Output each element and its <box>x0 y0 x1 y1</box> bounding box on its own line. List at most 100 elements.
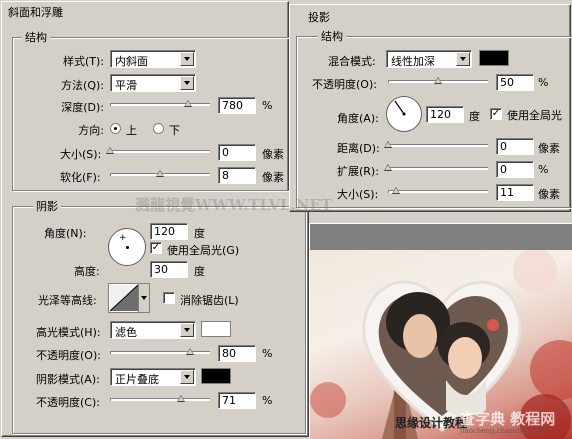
antialias-checkbox[interactable] <box>163 292 175 304</box>
depth-input[interactable]: 780 <box>218 97 256 114</box>
ds-opacity-thumb[interactable] <box>434 77 442 84</box>
spread-slider[interactable] <box>388 167 488 170</box>
distance-label: 距离(D): <box>337 142 380 155</box>
chevron-down-icon[interactable] <box>180 76 194 90</box>
spread-input[interactable]: 0 <box>496 161 534 178</box>
technique-select[interactable]: 平滑 <box>110 74 196 92</box>
drop-shadow-structure-legend: 结构 <box>318 28 346 44</box>
ds-size-label: 大小(S): <box>337 188 379 201</box>
size-label: 大小(S): <box>60 148 102 161</box>
ds-size-slider[interactable] <box>388 190 488 193</box>
ds-angle-label: 角度(A): <box>337 112 379 125</box>
preview-window: 思缘设计教程 查字典 教程网 jiaocheng.chazidian.com <box>309 223 572 439</box>
dial-center-dot <box>126 246 129 249</box>
highlight-opacity-input[interactable]: 80 <box>218 345 256 362</box>
shading-angle-unit: 度 <box>194 227 205 240</box>
shading-angle-input[interactable]: 120 <box>150 223 188 240</box>
shadow-mode-select[interactable]: 正片叠底 <box>110 368 196 386</box>
bevel-panel-title: 斜面和浮雕 <box>8 6 63 19</box>
ds-opacity-input[interactable]: 50 <box>496 74 534 91</box>
direction-down-radio[interactable] <box>153 123 164 134</box>
ds-opacity-unit: % <box>538 76 549 89</box>
chevron-down-icon[interactable] <box>180 323 194 337</box>
direction-down-label[interactable]: 下 <box>169 122 180 138</box>
gloss-contour-label: 光泽等高线: <box>38 294 97 307</box>
shadow-color-swatch[interactable] <box>201 368 231 384</box>
shadow-mode-value: 正片叠底 <box>115 373 159 386</box>
shadow-opacity-slider[interactable] <box>110 398 210 401</box>
brand-url-watermark: jiaocheng.chazidian.com <box>460 427 548 435</box>
ds-global-light-label[interactable]: 使用全局光 <box>507 107 562 123</box>
altitude-input[interactable]: 30 <box>150 261 188 278</box>
ds-angle-input[interactable]: 120 <box>426 106 464 123</box>
bevel-structure-legend: 结构 <box>22 29 50 45</box>
direction-label: 方向: <box>78 124 104 137</box>
chevron-down-icon[interactable] <box>180 52 194 66</box>
technique-label: 方法(Q): <box>61 79 104 92</box>
bevel-shading-legend: 阴影 <box>33 198 61 214</box>
site-watermark: 溅龍視覺WWW.TLVL.NET <box>135 196 333 214</box>
size-unit: 像素 <box>262 148 284 161</box>
shadow-opacity-unit: % <box>262 394 273 407</box>
direction-up-label[interactable]: 上 <box>126 122 137 138</box>
spread-label: 扩展(R): <box>337 165 379 178</box>
global-light-label[interactable]: 使用全局光(G) <box>167 242 239 258</box>
angle-dial[interactable]: + <box>108 228 146 266</box>
gloss-contour-picker[interactable] <box>108 283 150 313</box>
angle-needle-icon <box>394 100 406 116</box>
chevron-down-icon[interactable] <box>138 284 149 312</box>
style-select[interactable]: 内斜面 <box>110 50 196 68</box>
spread-thumb[interactable] <box>384 164 392 171</box>
drop-shadow-color-swatch[interactable] <box>479 50 509 66</box>
blend-mode-select[interactable]: 线性加深 <box>386 50 472 68</box>
highlight-opacity-label: 不透明度(O): <box>36 349 101 362</box>
ds-global-light-checkbox[interactable]: ✓ <box>490 108 502 120</box>
distance-thumb[interactable] <box>384 141 392 148</box>
shadow-mode-label: 阴影模式(A): <box>36 373 100 386</box>
highlight-mode-select[interactable]: 滤色 <box>110 321 196 339</box>
highlight-color-swatch[interactable] <box>201 321 231 337</box>
distance-unit: 像素 <box>538 142 560 155</box>
soften-unit: 像素 <box>262 171 284 184</box>
ds-opacity-label: 不透明度(O): <box>312 78 377 91</box>
shadow-opacity-input[interactable]: 71 <box>218 392 256 409</box>
highlight-opacity-slider[interactable] <box>110 351 210 354</box>
ds-size-input[interactable]: 11 <box>496 184 534 201</box>
altitude-unit: 度 <box>194 265 205 278</box>
soften-label: 软化(F): <box>60 171 101 184</box>
direction-up-radio[interactable] <box>110 123 121 134</box>
antialias-label[interactable]: 消除锯齿(L) <box>180 292 239 308</box>
shadow-opacity-label: 不透明度(C): <box>36 396 100 409</box>
soften-slider-thumb[interactable] <box>156 170 164 177</box>
ds-angle-unit: 度 <box>469 110 480 123</box>
crosshair-icon: + <box>119 233 127 243</box>
angle-label: 角度(N): <box>44 227 87 240</box>
ds-angle-dial[interactable] <box>386 96 422 132</box>
highlight-mode-value: 滤色 <box>115 326 137 339</box>
chevron-down-icon[interactable] <box>456 52 470 66</box>
ds-size-thumb[interactable] <box>392 187 400 194</box>
technique-select-value: 平滑 <box>115 79 137 92</box>
size-input[interactable]: 0 <box>218 144 256 161</box>
depth-slider[interactable] <box>110 103 210 106</box>
size-slider-thumb[interactable] <box>106 147 114 154</box>
size-slider[interactable] <box>110 150 210 153</box>
soften-input[interactable]: 8 <box>218 167 256 184</box>
depth-slider-thumb[interactable] <box>184 100 192 107</box>
contour-preview-icon <box>109 284 139 312</box>
highlight-opacity-thumb[interactable] <box>186 348 194 355</box>
distance-slider[interactable] <box>388 144 488 147</box>
distance-input[interactable]: 0 <box>496 138 534 155</box>
brand-watermark: 查字典 教程网 <box>460 410 556 428</box>
preview-titlebar <box>310 224 572 250</box>
highlight-opacity-unit: % <box>262 347 273 360</box>
shadow-opacity-thumb[interactable] <box>177 395 185 402</box>
global-light-checkbox[interactable]: ✓ <box>150 242 162 254</box>
chevron-down-icon[interactable] <box>180 370 194 384</box>
highlight-mode-label: 高光模式(H): <box>36 326 101 339</box>
tutorial-watermark: 思缘设计教程 <box>395 416 468 430</box>
spread-unit: % <box>538 163 549 176</box>
depth-label: 深度(D): <box>61 101 104 114</box>
depth-unit: % <box>262 99 273 112</box>
ds-size-unit: 像素 <box>538 188 560 201</box>
